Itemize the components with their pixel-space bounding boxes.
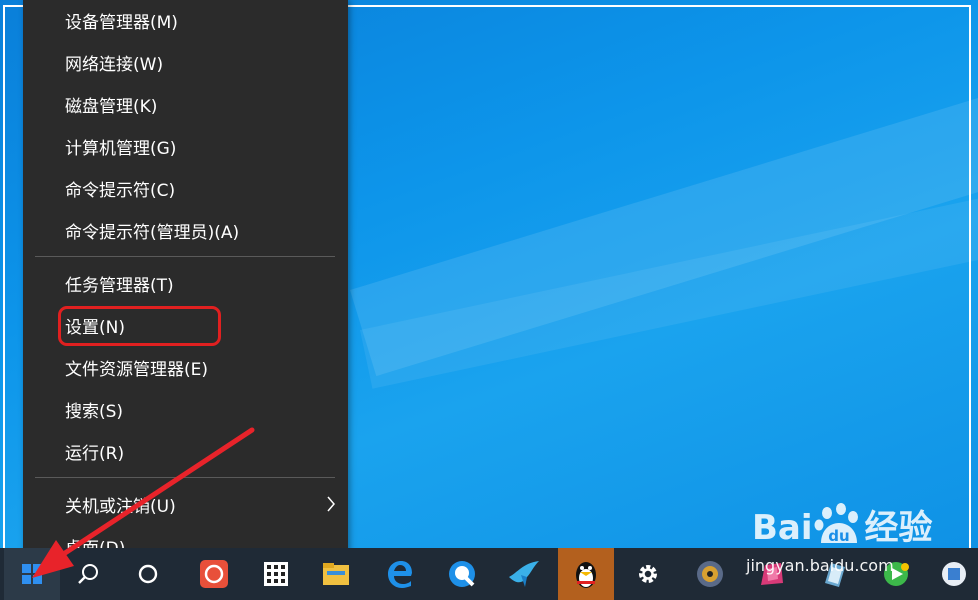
menu-item-label: 关机或注销(U) — [65, 496, 176, 517]
menu-item-task-manager[interactable]: 任务管理器(T) — [23, 263, 348, 303]
menu-item-disk-management[interactable]: 磁盘管理(K) — [23, 84, 348, 124]
menu-item-shutdown-signout[interactable]: 关机或注销(U) — [23, 484, 348, 524]
watermark-url: jingyan.baidu.com — [746, 556, 894, 575]
start-button[interactable] — [4, 548, 60, 600]
taskbar-settings[interactable] — [620, 548, 676, 600]
winx-context-menu: 设备管理器(M) 网络连接(W) 磁盘管理(K) 计算机管理(G) 命令提示符(… — [23, 0, 348, 578]
taskbar-qq[interactable] — [558, 548, 614, 600]
taskbar-browser[interactable] — [434, 548, 490, 600]
menu-item-label: 文件资源管理器(E) — [65, 359, 209, 380]
taskbar-app-red[interactable] — [186, 548, 242, 600]
taskbar-media-player[interactable] — [682, 548, 738, 600]
menu-separator — [35, 477, 335, 478]
menu-item-label: 设备管理器(M) — [65, 12, 178, 33]
settings-highlight-box — [58, 306, 221, 346]
menu-item-label: 任务管理器(T) — [65, 275, 174, 296]
qq-penguin-icon — [576, 562, 596, 588]
watermark-brand: Bai du 经验 — [752, 500, 933, 549]
menu-item-label: 磁盘管理(K) — [65, 96, 158, 117]
menu-item-computer-management[interactable]: 计算机管理(G) — [23, 126, 348, 166]
media-player-icon — [697, 561, 723, 587]
menu-item-label: 运行(R) — [65, 443, 125, 464]
taskbar-cortana-button[interactable] — [120, 548, 176, 600]
taskbar-bird-app[interactable] — [496, 548, 552, 600]
menu-item-label: 网络连接(W) — [65, 54, 164, 75]
menu-item-search[interactable]: 搜索(S) — [23, 389, 348, 429]
taskbar-search-button[interactable] — [60, 548, 116, 600]
search-icon — [78, 564, 98, 584]
app-red-icon — [200, 560, 228, 588]
baidu-jingyan-watermark: Bai du 经验 jingyan.baidu.com — [746, 500, 942, 590]
watermark-brand-text: Bai — [752, 508, 813, 548]
settings-gear-icon — [639, 565, 657, 583]
bird-app-icon — [509, 561, 539, 587]
browser-icon — [449, 561, 475, 587]
menu-item-command-prompt-admin[interactable]: 命令提示符(管理员)(A) — [23, 210, 348, 250]
cortana-icon — [138, 564, 158, 584]
watermark-du-text: du — [828, 527, 849, 545]
menu-item-device-manager[interactable]: 设备管理器(M) — [23, 0, 348, 40]
menu-item-label: 计算机管理(G) — [65, 138, 177, 159]
app-grid-icon — [264, 562, 288, 586]
menu-item-network-connections[interactable]: 网络连接(W) — [23, 42, 348, 82]
chevron-right-icon — [327, 496, 335, 512]
taskbar-edge[interactable] — [372, 548, 428, 600]
menu-separator — [35, 256, 335, 257]
store-icon — [942, 562, 966, 586]
edge-icon — [388, 561, 412, 588]
watermark-brand-cn: 经验 — [864, 508, 933, 548]
file-explorer-icon — [323, 563, 349, 585]
menu-item-label: 命令提示符(管理员)(A) — [65, 222, 240, 243]
baidu-paw-icon: du — [814, 503, 858, 545]
taskbar-app-grid[interactable] — [248, 548, 304, 600]
taskbar-file-explorer[interactable] — [308, 548, 364, 600]
menu-item-file-explorer[interactable]: 文件资源管理器(E) — [23, 347, 348, 387]
menu-item-command-prompt[interactable]: 命令提示符(C) — [23, 168, 348, 208]
windows-start-icon — [22, 564, 42, 584]
menu-item-run[interactable]: 运行(R) — [23, 431, 348, 471]
menu-item-label: 搜索(S) — [65, 401, 124, 422]
menu-item-label: 命令提示符(C) — [65, 180, 176, 201]
